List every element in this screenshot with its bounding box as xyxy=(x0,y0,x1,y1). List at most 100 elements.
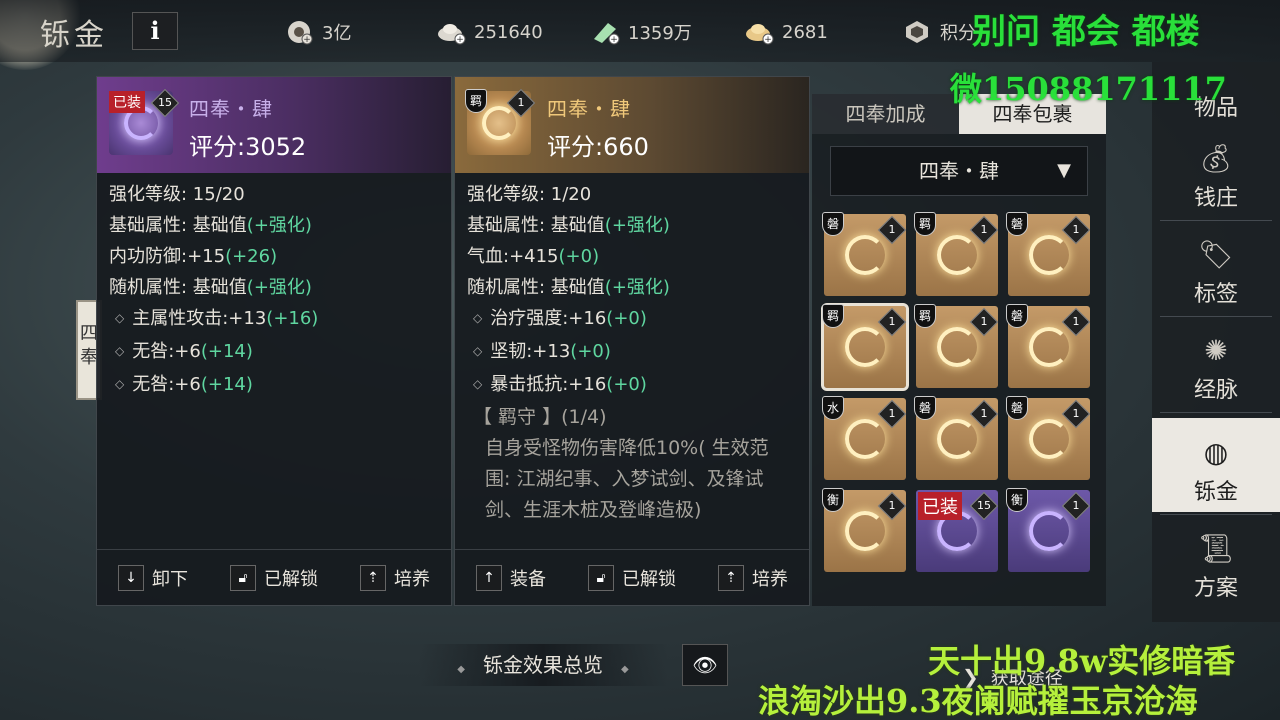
equipped-item-panel: 已装 15 四奉・肆 评分:3052 强化等级: 15/20 基础属性: 基础值… xyxy=(96,76,452,606)
points-badge-icon xyxy=(902,19,932,45)
sidebar-item-scroll[interactable]: 📜︎ 方案 xyxy=(1152,514,1280,608)
count-badge: 1 xyxy=(969,215,999,245)
sidebar-item-label: 标签 xyxy=(1193,282,1238,307)
random-attr-header: 随机属性: 基础值(+强化) xyxy=(467,277,670,298)
currency-silver[interactable]: + 251640 xyxy=(436,18,543,46)
item-name: 四奉・肆 xyxy=(547,97,631,121)
swirl-ring-icon xyxy=(937,235,977,275)
type-badge: 羁 xyxy=(914,304,936,328)
cultivate-button[interactable]: ⇡ 培养 xyxy=(718,564,788,591)
currency-points[interactable]: 积分 xyxy=(902,18,976,46)
swirl-ring-icon xyxy=(1029,327,1069,367)
enhance-level: 强化等级: 15/20 xyxy=(109,184,245,205)
inventory-slot[interactable]: 羁1 xyxy=(914,212,999,296)
inventory-slot[interactable]: 羁1 xyxy=(821,303,909,391)
inventory-box: 四奉・肆 ▼ 磐 1 羁 1 磐 1 羁 1 羁 1 磐 1 水 1 磐 1 磐 1 衡 1 已装 15 衡 1 xyxy=(812,134,1106,606)
jade-plus-icon: + xyxy=(590,19,620,45)
type-badge: 水 xyxy=(822,396,844,420)
equip-button[interactable]: ↑ 装备 xyxy=(476,564,546,591)
eye-icon: 👁︎ xyxy=(692,653,718,677)
base-attr-header: 基础属性: 基础值(+强化) xyxy=(109,215,312,236)
swirl-ring-icon xyxy=(1029,419,1069,459)
svg-text:+: + xyxy=(610,35,618,45)
inventory-slot[interactable]: 羁1 xyxy=(914,304,999,388)
count-badge: 1 xyxy=(1061,399,1091,429)
selected-item-stats: 强化等级: 1/20 基础属性: 基础值(+强化) 气血:+415(+0) 随机… xyxy=(467,179,797,529)
unlock-icon: 🔓︎ xyxy=(588,564,614,591)
tab-bonus[interactable]: 四奉加成 xyxy=(812,94,959,134)
overlay-line-2: 微15088171117 xyxy=(950,70,1227,108)
sidebar-item-label: 铄金 xyxy=(1193,480,1238,505)
currency-value: 1359万 xyxy=(628,23,692,44)
equipped-item-stats: 强化等级: 15/20 基础属性: 基础值(+强化) 内功防御:+15(+26)… xyxy=(109,179,439,402)
unlock-icon: 🔓︎ xyxy=(230,564,256,591)
inventory-slot[interactable]: 衡1 xyxy=(1006,488,1091,572)
unlocked-button[interactable]: 🔓︎ 已解锁 xyxy=(230,564,318,591)
inventory-slot[interactable]: 水1 xyxy=(822,396,907,480)
arrow-down-icon: ↓ xyxy=(118,564,144,591)
count-badge: 1 xyxy=(969,399,999,429)
set-effect-description: 自身受怪物伤害降低10%( 生效范围: 江湖纪事、入梦试剑、及锋试剑、生涯木桩及… xyxy=(485,437,769,521)
eye-button[interactable]: 👁︎ xyxy=(682,644,728,686)
random-attr-stat: 主属性攻击:+13(+16) xyxy=(109,303,439,336)
unlocked-button[interactable]: 🔓︎ 已解锁 xyxy=(588,564,676,591)
swirl-ring-icon xyxy=(1029,511,1069,551)
swirl-ring-icon xyxy=(845,511,885,551)
type-badge: 磐 xyxy=(1006,396,1028,420)
set-effect-title: 【 羁守 】(1/4) xyxy=(473,406,607,428)
inventory-slot[interactable]: 已装 15 xyxy=(916,490,999,572)
item-filter-dropdown[interactable]: 四奉・肆 ▼ xyxy=(830,146,1088,196)
unequip-button[interactable]: ↓ 卸下 xyxy=(118,564,188,591)
count-badge: 1 xyxy=(877,307,907,337)
item-name: 四奉・肆 xyxy=(189,97,273,121)
type-badge: 羁 xyxy=(465,89,487,113)
inventory-slot[interactable]: 磐1 xyxy=(822,212,907,296)
currency-gold[interactable]: + 2681 xyxy=(744,18,828,46)
sidebar-item-label: 钱庄 xyxy=(1193,186,1238,211)
arrow-up-icon: ↑ xyxy=(476,564,502,591)
random-attr-header: 随机属性: 基础值(+强化) xyxy=(109,277,312,298)
overlay-line-4: 浪淘沙出9.3夜阑赋擢玉京沧海 xyxy=(758,682,1198,720)
inventory-slot[interactable]: 磐1 xyxy=(1006,304,1091,388)
type-badge: 衡 xyxy=(1006,488,1028,512)
sidebar-divider xyxy=(1160,412,1272,413)
sidebar-item-tag[interactable]: 🏷︎ 标签 xyxy=(1152,220,1280,314)
currency-jade[interactable]: + 1359万 xyxy=(590,18,692,46)
random-attr-stat: 坚韧:+13(+0) xyxy=(467,336,797,369)
gold-ingot-plus-icon: + xyxy=(744,19,774,45)
sidebar-item-money-bag[interactable]: 💰︎ 钱庄 xyxy=(1152,124,1280,218)
cultivate-button[interactable]: ⇡ 培养 xyxy=(360,564,430,591)
inventory-slot[interactable]: 磐1 xyxy=(914,396,999,480)
currency-gear-coin[interactable]: + 3亿 xyxy=(284,18,351,46)
base-attr-header: 基础属性: 基础值(+强化) xyxy=(467,215,670,236)
random-attr-stat: 治疗强度:+16(+0) xyxy=(467,303,797,336)
sidebar-item-swirl[interactable]: ◍ 铄金 xyxy=(1152,418,1280,512)
inventory-slot[interactable]: 衡1 xyxy=(822,488,907,572)
selected-item-actions: ↑ 装备 🔓︎ 已解锁 ⇡ 培养 xyxy=(455,549,809,605)
equipped-tag: 已装 xyxy=(918,492,962,520)
item-score: 评分:3052 xyxy=(189,133,307,161)
sidebar-item-meridian[interactable]: ✺ 经脉 xyxy=(1152,316,1280,410)
sidebar-item-label: 方案 xyxy=(1193,576,1238,601)
currency-value: 2681 xyxy=(782,21,828,43)
count-badge: 15 xyxy=(969,491,999,521)
enhance-level: 强化等级: 1/20 xyxy=(467,184,592,205)
selected-item-header: 羁 1 四奉・肆 评分:660 xyxy=(455,77,809,173)
info-button[interactable]: i xyxy=(132,12,178,50)
swirl-ring-icon xyxy=(845,327,885,367)
cultivate-icon: ⇡ xyxy=(360,564,386,591)
inventory-slot[interactable]: 磐1 xyxy=(1006,396,1091,480)
base-attr-stat: 内功防御:+15(+26) xyxy=(109,246,278,267)
swirl-icon: ◍ xyxy=(1203,436,1229,469)
equipped-tag: 已装 xyxy=(109,91,145,113)
svg-text:+: + xyxy=(456,35,464,45)
tag-icon: 🏷︎ xyxy=(1198,238,1234,271)
type-badge: 羁 xyxy=(914,212,936,236)
scroll-icon: 📜︎ xyxy=(1198,532,1234,565)
swirl-ring-icon xyxy=(845,419,885,459)
swirl-ring-icon xyxy=(482,106,516,140)
alchemy-overview-button[interactable]: ◆ 铄金效果总览 ◆ xyxy=(418,644,668,686)
type-badge: 衡 xyxy=(822,488,844,512)
count-badge: 1 xyxy=(877,399,907,429)
inventory-slot[interactable]: 磐1 xyxy=(1006,212,1091,296)
